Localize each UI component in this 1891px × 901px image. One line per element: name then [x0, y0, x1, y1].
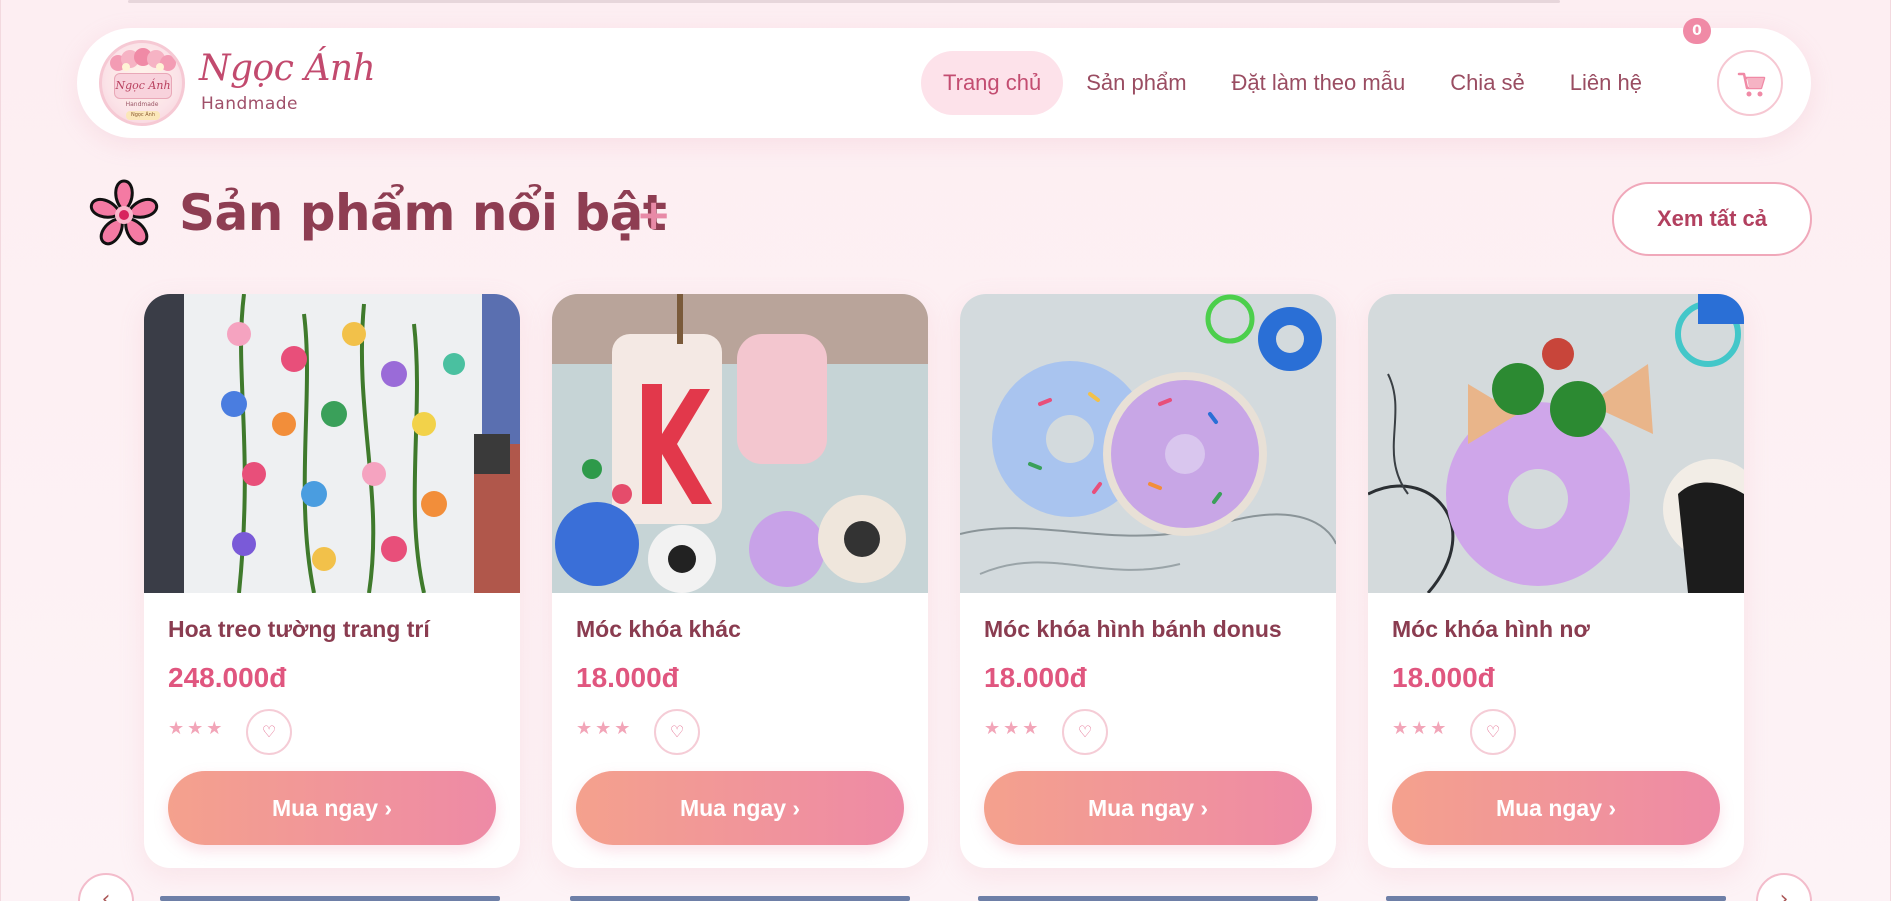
product-price: 18.000đ: [576, 662, 679, 693]
nav-item-contact[interactable]: Liên hệ: [1548, 51, 1664, 115]
rating-stars: ★★★: [576, 718, 634, 739]
favorite-heart-button[interactable]: ♡: [246, 709, 292, 755]
brand-subtitle: Handmade: [201, 94, 298, 114]
product-name[interactable]: Móc khóa hình nơ: [1392, 616, 1590, 643]
buy-now-button[interactable]: Mua ngay ›: [984, 771, 1312, 845]
next-row-preview: [570, 896, 910, 901]
product-card[interactable]: Hoa treo tường trang trí 248.000đ ★★★ ♡ …: [144, 294, 520, 868]
product-price: 18.000đ: [984, 662, 1087, 693]
rating-stars: ★★★: [168, 718, 226, 739]
buy-now-button[interactable]: Mua ngay ›: [576, 771, 904, 845]
product-card[interactable]: Móc khóa khác 18.000đ ★★★ ♡ Mua ngay ›: [552, 294, 928, 868]
next-row-preview: [160, 896, 500, 901]
heart-icon: ♡: [1077, 722, 1093, 741]
product-name[interactable]: Móc khóa hình bánh donus: [984, 616, 1282, 643]
heart-icon: ♡: [261, 722, 277, 741]
product-image[interactable]: [960, 294, 1336, 593]
product-price: 248.000đ: [168, 662, 287, 693]
site-header: Ngọc Ánh Handmade Ngọc Ánh Ngọc Ánh Hand…: [77, 28, 1811, 138]
favorite-heart-button[interactable]: ♡: [1470, 709, 1516, 755]
logo-flowers-icon: [110, 48, 176, 71]
section-title: Sản phẩm nổi bật: [179, 184, 667, 242]
rating-stars: ★★★: [1392, 718, 1450, 739]
main-nav: Trang chủ Sản phẩm Đặt làm theo mẫu Chia…: [921, 51, 1665, 115]
sakura-flower-icon: [89, 179, 159, 246]
cart-button[interactable]: [1717, 50, 1783, 116]
nav-item-home[interactable]: Trang chủ: [921, 51, 1064, 115]
product-image[interactable]: [552, 294, 928, 593]
chevron-left-icon: ‹: [101, 887, 111, 901]
buy-now-button[interactable]: Mua ngay ›: [168, 771, 496, 845]
product-image[interactable]: [144, 294, 520, 593]
brand-name[interactable]: Ngọc Ánh: [199, 48, 376, 89]
nav-item-products[interactable]: Sản phẩm: [1064, 51, 1208, 115]
product-name[interactable]: Móc khóa khác: [576, 616, 741, 643]
nav-item-custom-order[interactable]: Đặt làm theo mẫu: [1210, 51, 1428, 115]
product-card[interactable]: Móc khóa hình bánh donus 18.000đ ★★★ ♡ M…: [960, 294, 1336, 868]
cart-count-badge: 0: [1683, 18, 1711, 44]
chevron-right-icon: ›: [1779, 887, 1789, 901]
logo-tag: Ngọc Ánh: [126, 111, 160, 120]
next-row-preview: [978, 896, 1318, 901]
product-image[interactable]: [1368, 294, 1744, 593]
product-name[interactable]: Hoa treo tường trang trí: [168, 616, 430, 643]
rating-stars: ★★★: [984, 718, 1042, 739]
logo-badge[interactable]: Ngọc Ánh Handmade Ngọc Ánh: [99, 40, 185, 126]
favorite-heart-button[interactable]: ♡: [1062, 709, 1108, 755]
favorite-heart-button[interactable]: ♡: [654, 709, 700, 755]
logo-subtitle: Handmade: [125, 101, 159, 108]
heart-icon: ♡: [669, 722, 685, 741]
product-card[interactable]: Móc khóa hình nơ 18.000đ ★★★ ♡ Mua ngay …: [1368, 294, 1744, 868]
see-all-button[interactable]: Xem tất cả: [1612, 182, 1812, 256]
logo-plaque: Ngọc Ánh: [114, 73, 172, 99]
product-price: 18.000đ: [1392, 662, 1495, 693]
heart-icon: ♡: [1485, 722, 1501, 741]
cart-icon: [1737, 72, 1766, 97]
buy-now-button[interactable]: Mua ngay ›: [1392, 771, 1720, 845]
nav-item-share[interactable]: Chia sẻ: [1428, 51, 1547, 115]
next-row-preview: [1386, 896, 1726, 901]
section-plus: +: [636, 190, 672, 239]
